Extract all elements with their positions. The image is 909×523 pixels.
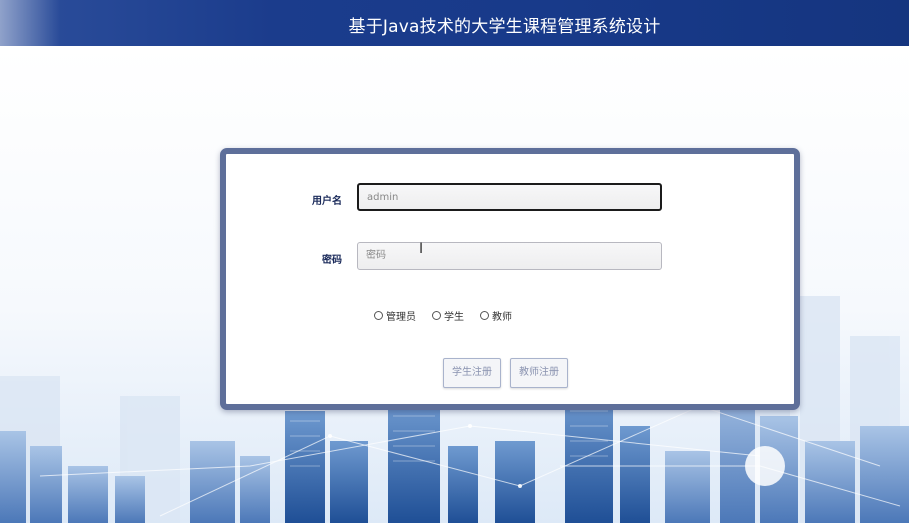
header-bar: 基于Java技术的大学生课程管理系统设计 <box>0 0 909 46</box>
username-field[interactable]: admin <box>357 183 662 211</box>
radio-button[interactable] <box>480 311 489 320</box>
page-title: 基于Java技术的大学生课程管理系统设计 <box>348 17 661 37</box>
role-option-student[interactable]: 学生 <box>432 308 464 323</box>
role-label: 学生 <box>444 312 464 323</box>
role-option-admin[interactable]: 管理员 <box>374 308 416 323</box>
student-register-button[interactable]: 学生注册 <box>443 358 501 388</box>
password-field[interactable]: 密码 <box>357 242 662 270</box>
teacher-register-button[interactable]: 教师注册 <box>510 358 568 388</box>
password-label: 密码 <box>322 255 342 266</box>
login-form-card: 用户名 admin 密码 密码 I 管理员 学生 教师 学生注册 教师注册 <box>220 148 800 410</box>
role-label: 教师 <box>492 312 512 323</box>
radio-button[interactable] <box>432 311 441 320</box>
text-cursor-icon: I <box>419 241 424 257</box>
role-option-teacher[interactable]: 教师 <box>480 308 512 323</box>
role-radio-group: 管理员 学生 教师 <box>374 308 512 323</box>
role-label: 管理员 <box>386 312 416 323</box>
radio-button[interactable] <box>374 311 383 320</box>
username-label: 用户名 <box>312 196 342 207</box>
